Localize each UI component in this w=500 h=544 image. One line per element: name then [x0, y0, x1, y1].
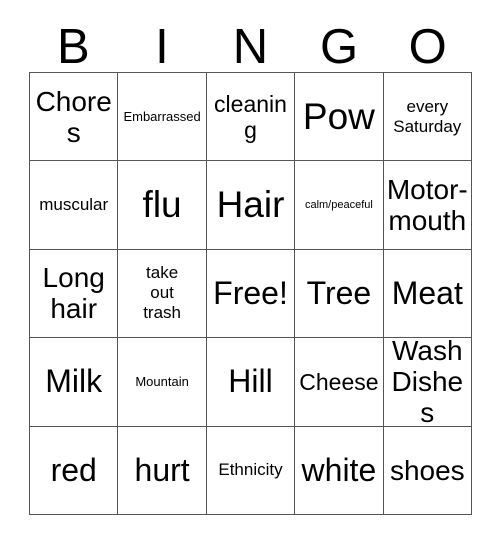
bingo-cell[interactable]: Chores — [30, 73, 119, 162]
bingo-cell-label: shoes — [389, 454, 465, 486]
bingo-cell[interactable]: Embarrassed — [118, 73, 207, 162]
bingo-cell-label: Long hair — [42, 262, 105, 325]
bingo-cell-label: Cheese — [299, 368, 379, 395]
bingo-cell[interactable]: Milk — [30, 338, 119, 427]
bingo-header: B I N G O — [29, 12, 472, 72]
bingo-cell[interactable]: muscular — [30, 161, 119, 250]
bingo-cell-label: Tree — [306, 274, 372, 311]
bingo-cell[interactable]: red — [30, 426, 119, 515]
bingo-cell-label: Wash Dishes — [391, 338, 464, 427]
bingo-header-letter-o: O — [408, 20, 447, 74]
bingo-cell-label: Chores — [35, 85, 112, 148]
bingo-header-letter-i: I — [155, 20, 169, 74]
bingo-cell[interactable]: Ethnicity — [206, 426, 296, 515]
bingo-header-letter-g: G — [320, 20, 359, 74]
bingo-cell[interactable]: take out trash — [118, 249, 207, 339]
bingo-cell-label: Pow — [302, 95, 375, 137]
bingo-cell[interactable]: Wash Dishes — [383, 338, 472, 427]
bingo-cell-label: Free! — [213, 274, 288, 311]
bingo-cell[interactable]: every Saturday — [383, 73, 472, 162]
bingo-cell-label: Meat — [391, 274, 463, 311]
bingo-cell-label: muscular — [39, 195, 109, 215]
bingo-cell[interactable]: Mountain — [118, 338, 207, 427]
bingo-cell[interactable]: white — [295, 426, 384, 515]
bingo-cell[interactable]: Motor- mouth — [383, 161, 472, 250]
bingo-cell-label: white — [301, 451, 377, 488]
bingo-cell-label: take out trash — [143, 263, 181, 323]
bingo-cell[interactable]: Pow — [295, 73, 384, 162]
bingo-header-letter-b: B — [56, 20, 90, 74]
bingo-cell-label: red — [50, 451, 97, 488]
bingo-cell-label: Embarrassed — [123, 109, 201, 125]
bingo-cell-label: cleaning — [214, 90, 287, 143]
bingo-cell[interactable]: hurt — [118, 426, 207, 515]
bingo-grid: Chores Embarrassed cleaning Pow every Sa… — [29, 72, 472, 515]
bingo-cell-label: Motor- mouth — [386, 174, 468, 237]
bingo-cell[interactable]: shoes — [383, 426, 472, 515]
bingo-cell-label: hurt — [134, 451, 190, 488]
bingo-cell[interactable]: Meat — [383, 249, 472, 339]
bingo-cell-label: calm/peaceful — [304, 198, 373, 211]
bingo-cell-label: Ethnicity — [218, 460, 283, 480]
bingo-cell[interactable]: Tree — [295, 249, 384, 339]
bingo-header-letter-n: N — [232, 20, 269, 74]
bingo-cell-label: Mountain — [135, 374, 189, 390]
bingo-cell[interactable]: cleaning — [206, 73, 296, 162]
bingo-cell[interactable]: Long hair — [30, 249, 119, 339]
bingo-cell-label: every Saturday — [393, 96, 462, 136]
bingo-card: B I N G O Chores Embarrassed cleaning Po… — [0, 0, 500, 544]
bingo-cell-free-space[interactable]: Free! — [206, 249, 296, 339]
bingo-cell[interactable]: flu — [118, 161, 207, 250]
bingo-cell[interactable]: calm/peaceful — [295, 161, 384, 250]
bingo-cell-label: Hair — [216, 184, 285, 226]
bingo-cell-label: flu — [142, 184, 182, 226]
bingo-cell[interactable]: Cheese — [295, 338, 384, 427]
bingo-cell[interactable]: Hill — [206, 338, 296, 427]
bingo-cell-label: Hill — [228, 363, 273, 400]
bingo-cell-label: Milk — [45, 363, 103, 400]
bingo-cell[interactable]: Hair — [206, 161, 296, 250]
